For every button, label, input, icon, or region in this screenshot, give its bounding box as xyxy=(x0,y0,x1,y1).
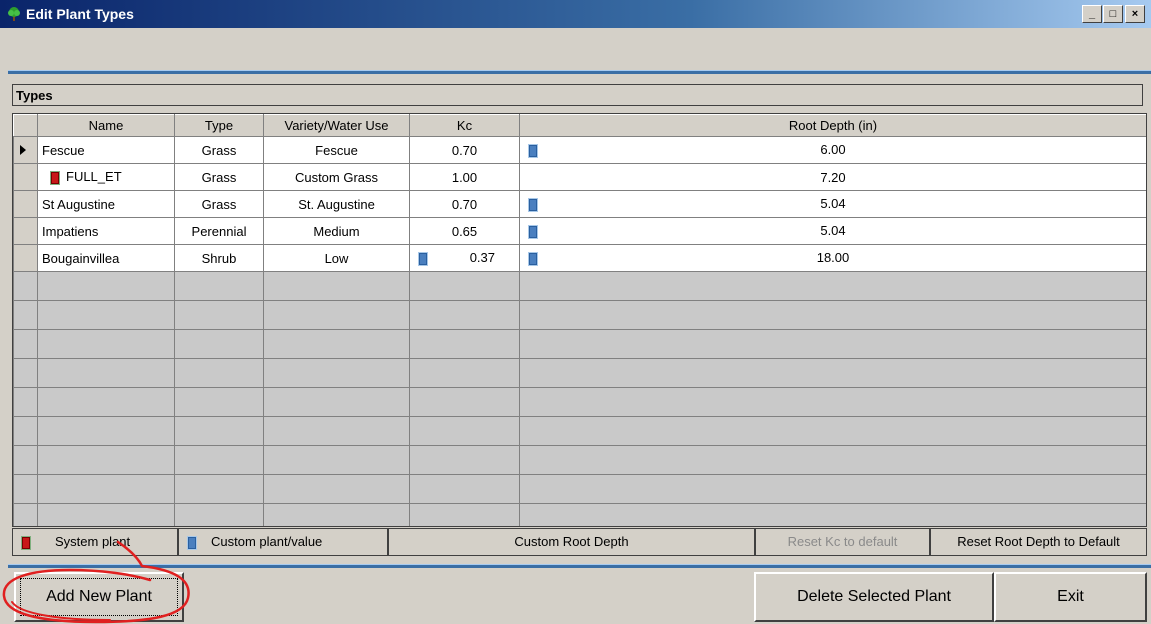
column-header-root-depth[interactable]: Root Depth (in) xyxy=(519,114,1146,137)
legend-custom-plant: Custom plant/value xyxy=(178,528,388,556)
reset-root-depth-button[interactable]: Reset Root Depth to Default xyxy=(930,528,1147,556)
empty-row xyxy=(13,416,1146,446)
add-new-plant-label: Add New Plant xyxy=(46,588,152,605)
custom-value-marker-icon xyxy=(528,252,538,266)
root-depth-value: 5.04 xyxy=(820,223,846,238)
close-button[interactable]: × xyxy=(1125,5,1145,23)
cell-type[interactable]: Grass xyxy=(174,136,264,164)
window-title: Edit Plant Types xyxy=(26,6,134,22)
cell-variety[interactable]: Fescue xyxy=(263,136,410,164)
empty-row xyxy=(13,445,1146,475)
cell-variety[interactable]: St. Augustine xyxy=(263,190,410,218)
tree-icon xyxy=(8,7,20,21)
legend-bar: System plant Custom plant/value Custom R… xyxy=(12,528,1147,556)
custom-value-marker-icon xyxy=(528,198,538,212)
custom-plant-marker-icon xyxy=(187,536,197,550)
row-indicator[interactable] xyxy=(13,244,38,272)
types-panel-header: Types xyxy=(12,84,1143,106)
table-row[interactable]: Bougainvillea Shrub Low 0.37 18.00 xyxy=(13,244,1146,272)
grid-header-row: Name Type Variety/Water Use Kc Root Dept… xyxy=(13,114,1146,137)
custom-value-marker-icon xyxy=(528,144,538,158)
divider xyxy=(8,564,1151,568)
legend-custom-plant-label: Custom plant/value xyxy=(211,534,323,549)
cell-type[interactable]: Grass xyxy=(174,190,264,218)
table-row[interactable]: Impatiens Perennial Medium 0.65 5.04 xyxy=(13,217,1146,245)
cell-variety[interactable]: Custom Grass xyxy=(263,163,410,191)
cell-name[interactable]: Fescue xyxy=(37,136,175,164)
cell-type[interactable]: Grass xyxy=(174,163,264,191)
types-title: Types xyxy=(16,88,53,103)
empty-row xyxy=(13,387,1146,417)
row-indicator[interactable] xyxy=(13,190,38,218)
minimize-button[interactable]: _ xyxy=(1082,5,1102,23)
add-new-plant-button[interactable]: Add New Plant xyxy=(14,572,184,622)
divider xyxy=(8,70,1151,74)
exit-button[interactable]: Exit xyxy=(994,572,1147,622)
cell-kc[interactable]: 0.70 xyxy=(409,190,520,218)
column-header-variety[interactable]: Variety/Water Use xyxy=(263,114,410,137)
plant-types-grid[interactable]: Name Type Variety/Water Use Kc Root Dept… xyxy=(12,113,1147,527)
title-bar: Edit Plant Types _ □ × xyxy=(0,0,1151,28)
column-header-type[interactable]: Type xyxy=(174,114,264,137)
custom-value-marker-icon xyxy=(528,225,538,239)
reset-kc-button[interactable]: Reset Kc to default xyxy=(755,528,930,556)
row-indicator[interactable] xyxy=(13,136,38,164)
current-row-arrow-icon xyxy=(20,144,26,155)
kc-value: 0.37 xyxy=(469,250,495,265)
cell-root-depth[interactable]: 6.00 xyxy=(519,136,1146,164)
legend-system-plant-label: System plant xyxy=(55,534,131,549)
cell-name[interactable]: FULL_ET xyxy=(37,163,175,191)
system-plant-marker-icon xyxy=(21,536,31,550)
cell-root-depth[interactable]: 7.20 xyxy=(519,163,1146,191)
empty-row xyxy=(13,503,1146,526)
custom-value-marker-icon xyxy=(418,252,428,266)
window-controls: _ □ × xyxy=(1081,5,1145,23)
cell-kc[interactable]: 1.00 xyxy=(409,163,520,191)
system-plant-marker-icon xyxy=(50,170,60,185)
row-indicator-header xyxy=(13,114,38,137)
cell-name[interactable]: Impatiens xyxy=(37,217,175,245)
column-header-name[interactable]: Name xyxy=(37,114,175,137)
cell-type[interactable]: Perennial xyxy=(174,217,264,245)
cell-kc[interactable]: 0.37 xyxy=(409,244,520,272)
root-depth-value: 6.00 xyxy=(820,142,846,157)
empty-row xyxy=(13,271,1146,301)
legend-system-plant: System plant xyxy=(12,528,178,556)
table-row[interactable]: FULL_ET Grass Custom Grass 1.00 7.20 xyxy=(13,163,1146,191)
cell-root-depth[interactable]: 18.00 xyxy=(519,244,1146,272)
cell-root-depth[interactable]: 5.04 xyxy=(519,190,1146,218)
column-header-kc[interactable]: Kc xyxy=(409,114,520,137)
cell-variety[interactable]: Medium xyxy=(263,217,410,245)
cell-type[interactable]: Shrub xyxy=(174,244,264,272)
empty-row xyxy=(13,329,1146,359)
cell-kc[interactable]: 0.65 xyxy=(409,217,520,245)
cell-name[interactable]: Bougainvillea xyxy=(37,244,175,272)
cell-variety[interactable]: Low xyxy=(263,244,410,272)
grid-table: Name Type Variety/Water Use Kc Root Dept… xyxy=(13,114,1146,526)
empty-row xyxy=(13,474,1146,504)
row-indicator[interactable] xyxy=(13,163,38,191)
name-value: FULL_ET xyxy=(66,169,122,185)
delete-selected-plant-button[interactable]: Delete Selected Plant xyxy=(754,572,994,622)
empty-row xyxy=(13,358,1146,388)
root-depth-value: 18.00 xyxy=(816,250,850,265)
table-row[interactable]: Fescue Grass Fescue 0.70 6.00 xyxy=(13,136,1146,164)
maximize-button[interactable]: □ xyxy=(1103,5,1123,23)
cell-kc[interactable]: 0.70 xyxy=(409,136,520,164)
legend-custom-root-depth: Custom Root Depth xyxy=(388,528,755,556)
root-depth-value: 5.04 xyxy=(820,196,846,211)
empty-row xyxy=(13,300,1146,330)
table-row[interactable]: St Augustine Grass St. Augustine 0.70 5.… xyxy=(13,190,1146,218)
cell-root-depth[interactable]: 5.04 xyxy=(519,217,1146,245)
cell-name[interactable]: St Augustine xyxy=(37,190,175,218)
row-indicator[interactable] xyxy=(13,217,38,245)
